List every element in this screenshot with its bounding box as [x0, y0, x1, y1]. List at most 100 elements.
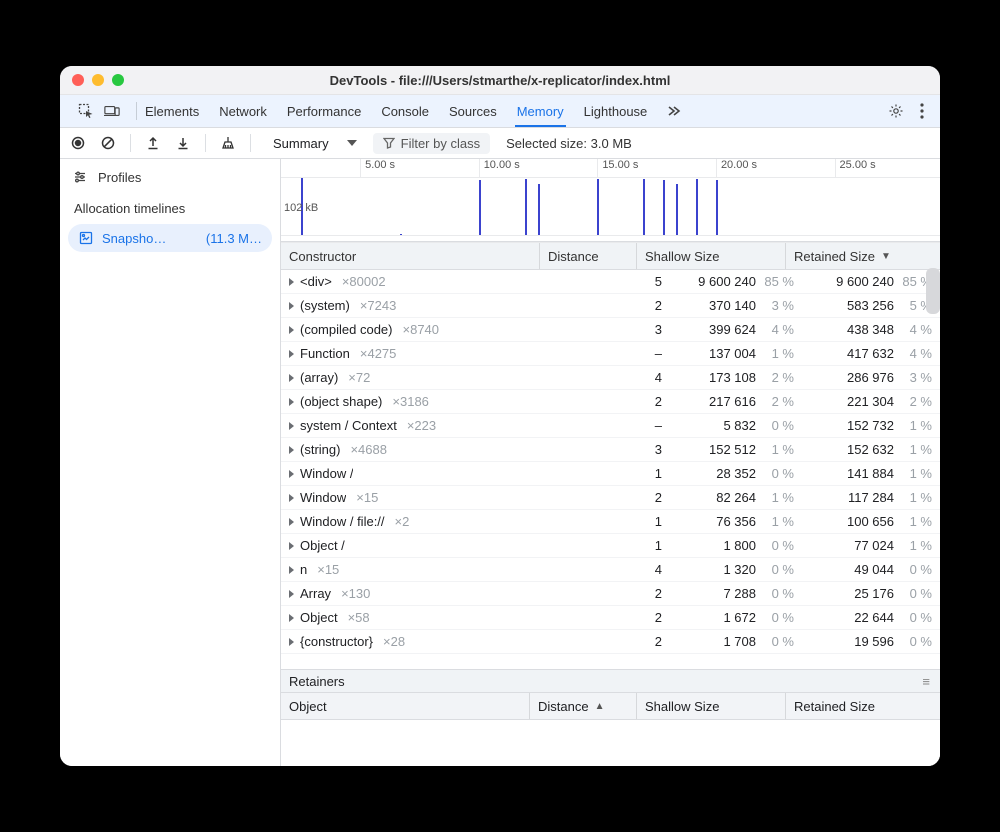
zoom-window-button[interactable] [112, 74, 124, 86]
expand-caret-icon[interactable] [289, 374, 294, 382]
retainers-title: Retainers ≡ [281, 670, 940, 693]
retained-size: 583 256 [810, 298, 894, 313]
expand-caret-icon[interactable] [289, 590, 294, 598]
tab-elements[interactable]: Elements [143, 96, 201, 127]
close-window-button[interactable] [72, 74, 84, 86]
filter-by-class[interactable]: Filter by class [373, 133, 490, 154]
table-row[interactable]: {constructor}×2821 7080 %19 5960 % [281, 630, 940, 654]
tab-sources[interactable]: Sources [447, 96, 499, 127]
col-constructor[interactable]: Constructor [281, 243, 540, 269]
expand-caret-icon[interactable] [289, 494, 294, 502]
expand-caret-icon[interactable] [289, 278, 294, 286]
shallow-size: 1 708 [678, 634, 756, 649]
inspect-element-icon[interactable] [78, 103, 94, 119]
table-row[interactable]: (system)×72432370 1403 %583 2565 % [281, 294, 940, 318]
shallow-size: 82 264 [678, 490, 756, 505]
col-shallow-size[interactable]: Shallow Size [637, 243, 786, 269]
expand-caret-icon[interactable] [289, 518, 294, 526]
snapshot-size: (11.3 M… [206, 231, 262, 246]
shallow-pct: 1 % [760, 490, 794, 505]
col-distance[interactable]: Distance [540, 243, 637, 269]
upload-icon[interactable] [145, 135, 161, 151]
tab-lighthouse[interactable]: Lighthouse [582, 96, 650, 127]
device-toggle-icon[interactable] [104, 103, 120, 119]
table-row[interactable]: Object /11 8000 %77 0241 % [281, 534, 940, 558]
instance-count: ×2 [395, 514, 410, 529]
more-tabs-icon[interactable] [665, 103, 681, 119]
table-row[interactable]: (array)×724173 1082 %286 9763 % [281, 366, 940, 390]
table-row[interactable]: Window /128 3520 %141 8841 % [281, 462, 940, 486]
table-row[interactable]: Window / file://×2176 3561 %100 6561 % [281, 510, 940, 534]
distance-value: 2 [598, 586, 662, 601]
retained-pct: 1 % [898, 466, 932, 481]
filter-icon [383, 137, 395, 149]
kebab-menu-icon[interactable] [914, 103, 930, 119]
memory-body: Profiles Allocation timelines Snapsho… (… [60, 159, 940, 766]
shallow-pct: 2 % [760, 370, 794, 385]
separator [136, 102, 137, 120]
allocation-timeline[interactable]: 5.00 s10.00 s15.00 s20.00 s25.00 s30.00 … [281, 159, 940, 242]
retained-pct: 0 % [898, 634, 932, 649]
shallow-size: 76 356 [678, 514, 756, 529]
shallow-pct: 3 % [760, 298, 794, 313]
shallow-size: 217 616 [678, 394, 756, 409]
memory-toolbar: Summary Filter by class Selected size: 3… [60, 128, 940, 159]
tab-memory[interactable]: Memory [515, 96, 566, 127]
gc-broom-icon[interactable] [220, 135, 236, 151]
view-dropdown[interactable]: Summary [273, 134, 357, 153]
table-row[interactable]: Object×5821 6720 %22 6440 % [281, 606, 940, 630]
retained-pct: 1 % [898, 514, 932, 529]
rcol-shallow[interactable]: Shallow Size [637, 693, 786, 719]
shallow-size: 1 672 [678, 610, 756, 625]
retained-size: 141 884 [810, 466, 894, 481]
table-row[interactable]: (compiled code)×87403399 6244 %438 3484 … [281, 318, 940, 342]
hamburger-icon[interactable]: ≡ [922, 674, 932, 689]
tab-performance[interactable]: Performance [285, 96, 363, 127]
minimize-window-button[interactable] [92, 74, 104, 86]
table-row[interactable]: <div>×8000259 600 24085 %9 600 24085 % [281, 270, 940, 294]
retained-pct: 4 % [898, 322, 932, 337]
download-icon[interactable] [175, 135, 191, 151]
timeline-tick: 5.00 s [360, 159, 395, 177]
table-row[interactable]: Window×15282 2641 %117 2841 % [281, 486, 940, 510]
expand-caret-icon[interactable] [289, 614, 294, 622]
expand-caret-icon[interactable] [289, 566, 294, 574]
instance-count: ×130 [341, 586, 370, 601]
expand-caret-icon[interactable] [289, 422, 294, 430]
scrollbar-thumb[interactable] [926, 268, 940, 314]
rcol-distance[interactable]: Distance▲ [530, 693, 637, 719]
tab-network[interactable]: Network [217, 96, 269, 127]
allocation-bar [663, 180, 665, 236]
retained-size: 19 596 [810, 634, 894, 649]
table-row[interactable]: (object shape)×31862217 6162 %221 3042 % [281, 390, 940, 414]
expand-caret-icon[interactable] [289, 446, 294, 454]
snapshot-item[interactable]: Snapsho… (11.3 M… [68, 224, 272, 252]
table-row[interactable]: Function×4275–137 0041 %417 6324 % [281, 342, 940, 366]
table-row[interactable]: n×1541 3200 %49 0440 % [281, 558, 940, 582]
table-row[interactable]: Array×13027 2880 %25 1760 % [281, 582, 940, 606]
settings-gear-icon[interactable] [888, 103, 904, 119]
table-row[interactable]: system / Context×223–5 8320 %152 7321 % [281, 414, 940, 438]
shallow-pct: 85 % [760, 274, 794, 289]
grid-body[interactable]: <div>×8000259 600 24085 %9 600 24085 % (s… [281, 270, 940, 669]
retained-size: 221 304 [810, 394, 894, 409]
expand-caret-icon[interactable] [289, 542, 294, 550]
expand-caret-icon[interactable] [289, 302, 294, 310]
table-row[interactable]: (string)×46883152 5121 %152 6321 % [281, 438, 940, 462]
expand-caret-icon[interactable] [289, 470, 294, 478]
panel-tabs: Elements Network Performance Console Sou… [143, 96, 882, 127]
profiles-label: Profiles [98, 170, 141, 185]
timeline-baseline [281, 235, 940, 236]
sort-asc-icon: ▲ [595, 701, 605, 712]
allocation-bar [696, 179, 698, 236]
col-retained-size[interactable]: Retained Size▼ [786, 243, 940, 269]
expand-caret-icon[interactable] [289, 350, 294, 358]
clear-icon[interactable] [100, 135, 116, 151]
rcol-object[interactable]: Object [281, 693, 530, 719]
record-icon[interactable] [70, 135, 86, 151]
rcol-retained[interactable]: Retained Size [786, 693, 940, 719]
expand-caret-icon[interactable] [289, 398, 294, 406]
expand-caret-icon[interactable] [289, 326, 294, 334]
expand-caret-icon[interactable] [289, 638, 294, 646]
tab-console[interactable]: Console [379, 96, 431, 127]
